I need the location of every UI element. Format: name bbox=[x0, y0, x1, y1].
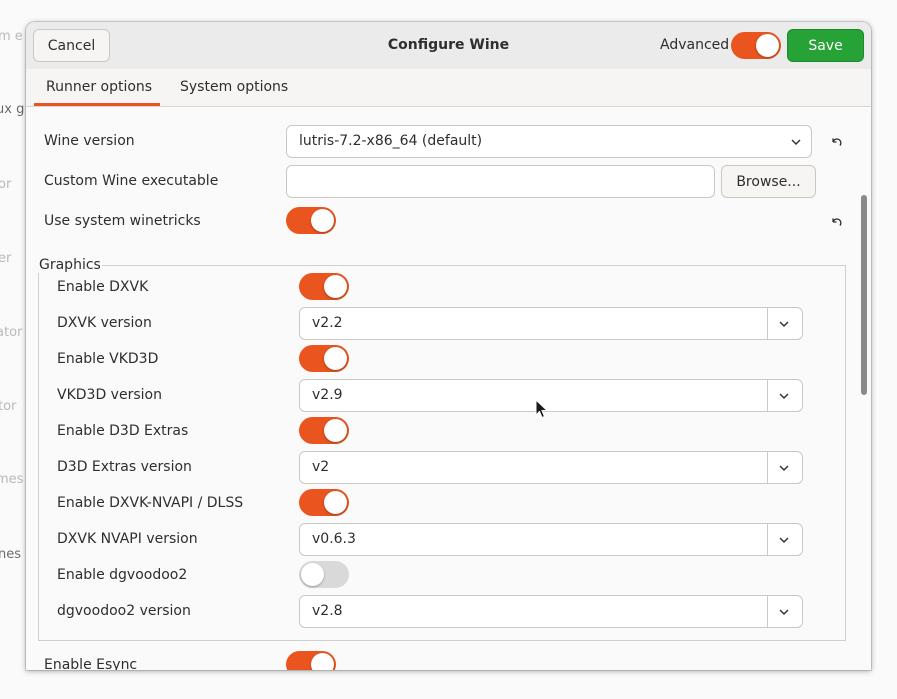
toggle-knob bbox=[311, 653, 334, 670]
toggle-knob bbox=[311, 209, 334, 232]
background-text: or bbox=[0, 177, 12, 192]
divider bbox=[767, 308, 768, 339]
dxvk-version-select[interactable]: v2.2 bbox=[299, 307, 803, 340]
divider bbox=[767, 524, 768, 555]
chevron-down-icon bbox=[779, 465, 789, 471]
custom-wine-exec-label: Custom Wine executable bbox=[44, 173, 219, 189]
dxvk-version-label: DXVK version bbox=[57, 315, 152, 331]
toggle-knob bbox=[324, 347, 347, 370]
configure-wine-dialog: Cancel Configure Wine Advanced Save Runn… bbox=[26, 22, 871, 670]
divider bbox=[767, 596, 768, 627]
system-winetricks-toggle[interactable] bbox=[286, 207, 336, 234]
wine-version-label: Wine version bbox=[44, 133, 135, 149]
enable-esync-toggle[interactable] bbox=[286, 651, 336, 670]
enable-vkd3d-toggle[interactable] bbox=[299, 345, 349, 372]
active-tab-indicator bbox=[34, 103, 160, 106]
reset-icon[interactable] bbox=[829, 216, 843, 230]
chevron-down-icon bbox=[779, 537, 789, 543]
chevron-down-icon bbox=[779, 609, 789, 615]
d3d-extras-version-value: v2 bbox=[312, 459, 330, 475]
toggle-knob bbox=[324, 491, 347, 514]
enable-vkd3d-label: Enable VKD3D bbox=[57, 351, 159, 367]
d3d-extras-version-select[interactable]: v2 bbox=[299, 451, 803, 484]
header-bar: Cancel Configure Wine Advanced Save bbox=[26, 22, 871, 70]
wine-version-select[interactable]: lutris-7.2-x86_64 (default) bbox=[286, 125, 812, 158]
enable-dxvk-nvapi-label: Enable DXVK-NVAPI / DLSS bbox=[57, 495, 244, 511]
background-text: m e bbox=[0, 29, 23, 44]
vertical-scrollbar[interactable] bbox=[857, 195, 871, 670]
enable-d3d-extras-toggle[interactable] bbox=[299, 417, 349, 444]
runner-options-panel: Wine version lutris-7.2-x86_64 (default)… bbox=[26, 107, 871, 670]
toggle-knob bbox=[756, 34, 779, 57]
enable-dxvk-toggle[interactable] bbox=[299, 273, 349, 300]
enable-dgvoodoo2-label: Enable dgvoodoo2 bbox=[57, 567, 188, 583]
chevron-down-icon bbox=[779, 393, 789, 399]
save-button[interactable]: Save bbox=[787, 29, 864, 62]
background-text: tor bbox=[0, 399, 17, 414]
wine-version-value: lutris-7.2-x86_64 (default) bbox=[299, 133, 483, 149]
chevron-down-icon bbox=[779, 321, 789, 327]
enable-dxvk-label: Enable DXVK bbox=[57, 279, 149, 295]
scrollbar-thumb[interactable] bbox=[861, 195, 867, 395]
toggle-knob bbox=[324, 275, 347, 298]
dxvk-nvapi-version-value: v0.6.3 bbox=[312, 531, 356, 547]
advanced-toggle[interactable] bbox=[731, 32, 781, 59]
tab-runner-options[interactable]: Runner options bbox=[46, 79, 152, 95]
vkd3d-version-label: VKD3D version bbox=[57, 387, 162, 403]
dgvoodoo2-version-select[interactable]: v2.8 bbox=[299, 595, 803, 628]
dgvoodoo2-version-label: dgvoodoo2 version bbox=[57, 603, 191, 619]
dxvk-nvapi-version-label: DXVK NVAPI version bbox=[57, 531, 198, 547]
browse-button[interactable]: Browse... bbox=[721, 165, 816, 198]
mouse-cursor-icon bbox=[535, 399, 548, 419]
divider bbox=[767, 380, 768, 411]
advanced-label: Advanced bbox=[660, 37, 730, 53]
custom-wine-exec-input[interactable] bbox=[286, 165, 715, 198]
background-text: ux g bbox=[0, 102, 25, 117]
dgvoodoo2-version-value: v2.8 bbox=[312, 603, 343, 619]
divider bbox=[767, 452, 768, 483]
enable-dxvk-nvapi-toggle[interactable] bbox=[299, 489, 349, 516]
system-winetricks-label: Use system winetricks bbox=[44, 213, 201, 229]
graphics-frame-title: Graphics bbox=[38, 257, 102, 273]
toggle-knob bbox=[301, 563, 324, 586]
background-text: nes bbox=[0, 547, 22, 562]
chevron-down-icon bbox=[791, 139, 801, 145]
enable-d3d-extras-label: Enable D3D Extras bbox=[57, 423, 189, 439]
tab-system-options[interactable]: System options bbox=[180, 79, 288, 95]
toggle-knob bbox=[324, 419, 347, 442]
vkd3d-version-select[interactable]: v2.9 bbox=[299, 379, 803, 412]
vkd3d-version-value: v2.9 bbox=[312, 387, 343, 403]
background-text: er bbox=[0, 251, 12, 266]
enable-dgvoodoo2-toggle[interactable] bbox=[299, 561, 349, 588]
enable-esync-label: Enable Esync bbox=[44, 657, 138, 670]
reset-icon[interactable] bbox=[829, 136, 843, 150]
d3d-extras-version-label: D3D Extras version bbox=[57, 459, 192, 475]
tab-bar: Runner options System options bbox=[26, 69, 871, 107]
dxvk-nvapi-version-select[interactable]: v0.6.3 bbox=[299, 523, 803, 556]
background-text: mes bbox=[0, 472, 24, 487]
dxvk-version-value: v2.2 bbox=[312, 315, 343, 331]
background-text: ator bbox=[0, 325, 23, 340]
